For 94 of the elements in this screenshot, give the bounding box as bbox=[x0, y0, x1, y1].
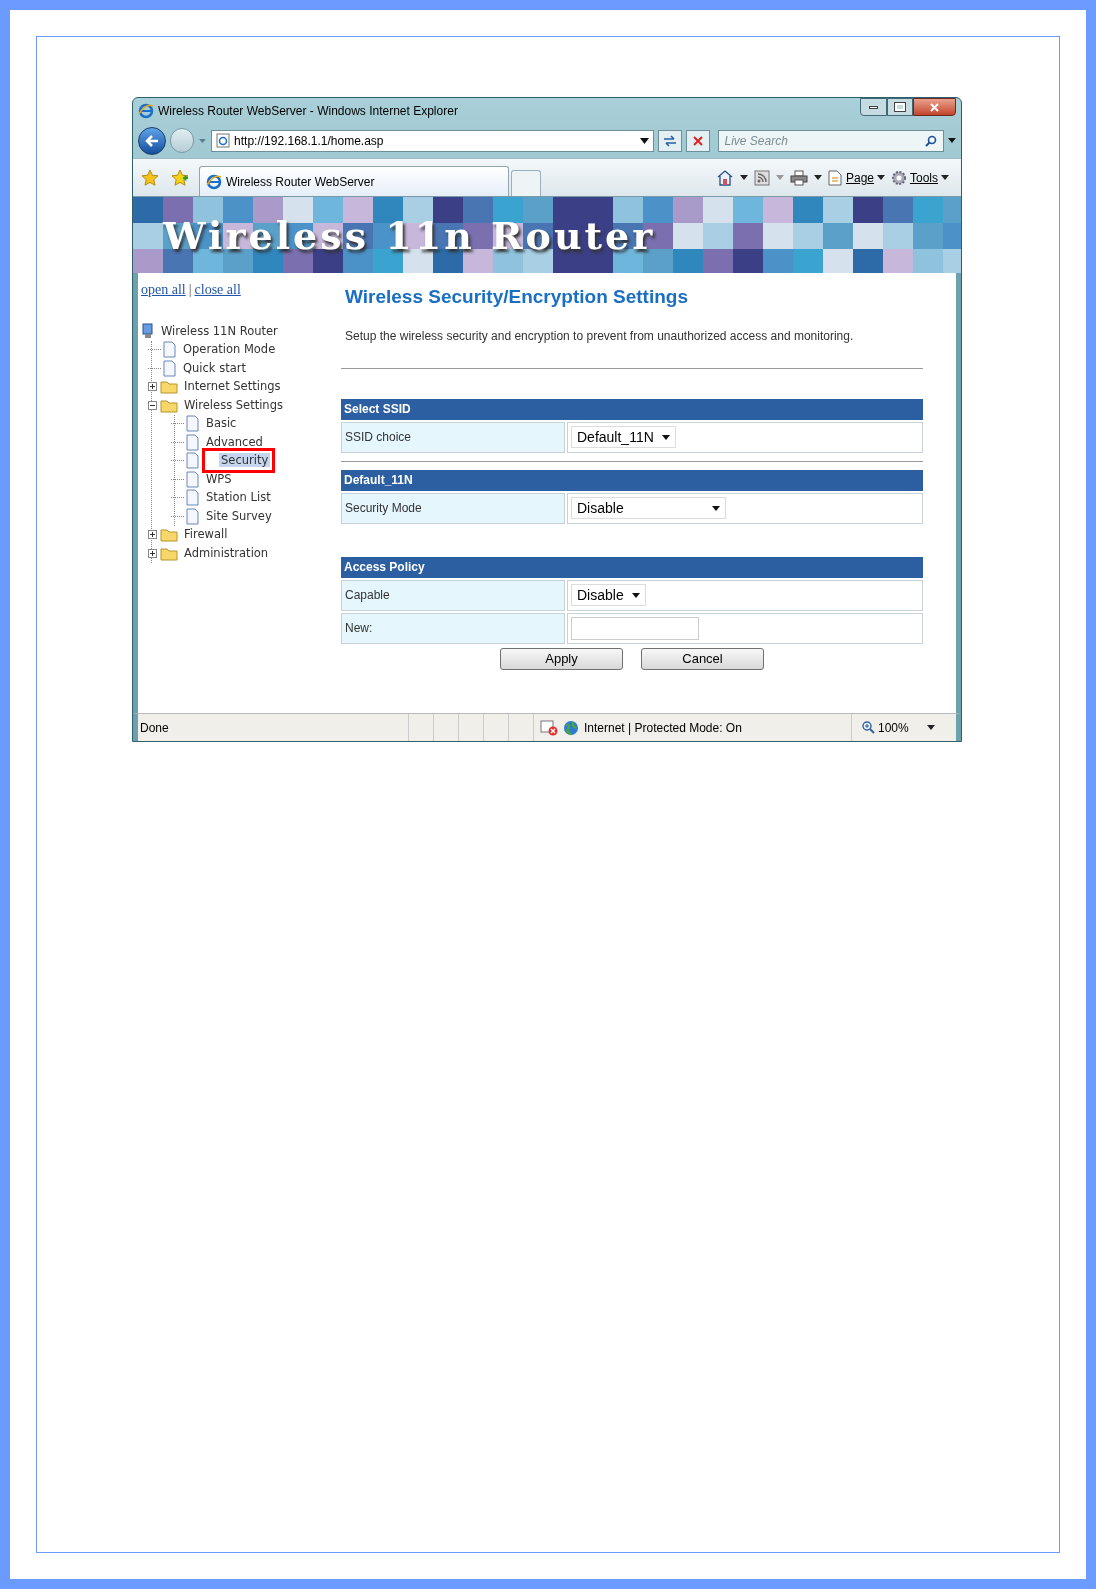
caret-icon bbox=[661, 434, 670, 440]
tree-item[interactable]: Basic bbox=[204, 415, 239, 433]
section-header: Access Policy bbox=[341, 556, 923, 578]
browser-icon bbox=[138, 102, 154, 119]
feed-icon[interactable] bbox=[753, 169, 770, 186]
security-zone-text: Internet | Protected Mode: On bbox=[584, 719, 742, 737]
form-button[interactable]: Cancel bbox=[641, 647, 764, 670]
folder-icon bbox=[160, 527, 178, 543]
window-title: Wireless Router WebServer - Windows Internet Explorer bbox=[158, 102, 458, 120]
plus-icon bbox=[150, 550, 155, 556]
zoom-icon[interactable] bbox=[862, 721, 875, 734]
blocked-page-icon bbox=[540, 719, 558, 736]
zoom-level[interactable]: 100% bbox=[878, 718, 909, 737]
page-icon bbox=[185, 489, 200, 507]
refresh-arrows-icon bbox=[663, 134, 678, 147]
folder-icon bbox=[160, 379, 178, 395]
status-text: Done bbox=[139, 719, 170, 737]
field-label: New: bbox=[341, 612, 565, 644]
tree-link[interactable]: open all bbox=[141, 279, 186, 300]
page-icon bbox=[185, 415, 200, 433]
tree-link[interactable]: close all bbox=[194, 279, 241, 300]
browser-icon bbox=[206, 173, 222, 190]
page-icon bbox=[185, 507, 200, 525]
toggle-button[interactable] bbox=[148, 400, 157, 410]
separator-text: | bbox=[188, 281, 192, 299]
command-menu-button[interactable]: Tools bbox=[891, 168, 949, 187]
page-icon bbox=[185, 452, 200, 470]
minimize-button[interactable] bbox=[860, 98, 887, 116]
page-icon bbox=[216, 133, 231, 148]
toggle-button[interactable] bbox=[148, 530, 157, 540]
form-button[interactable]: Apply bbox=[500, 647, 623, 670]
caret-icon bbox=[631, 592, 640, 598]
folder-icon bbox=[160, 545, 178, 561]
plus-icon bbox=[150, 384, 155, 390]
tree-item[interactable]: Station List bbox=[204, 489, 273, 507]
tree-item[interactable]: Firewall bbox=[182, 526, 230, 544]
tree-item[interactable]: Advanced bbox=[204, 433, 265, 451]
caret-icon[interactable] bbox=[926, 725, 935, 730]
toggle-button[interactable] bbox=[148, 548, 157, 558]
refresh-button[interactable] bbox=[658, 129, 682, 152]
caret-icon bbox=[877, 175, 885, 180]
toggle-button[interactable] bbox=[148, 382, 157, 392]
dropdown[interactable]: Disable bbox=[571, 497, 726, 519]
caret-icon[interactable] bbox=[640, 137, 650, 144]
home-icon[interactable] bbox=[715, 169, 734, 186]
caret-icon bbox=[712, 505, 720, 511]
page-icon bbox=[162, 359, 177, 377]
page-description: Setup the wireless security and encryption to prevent from unauthorized access and monitoring. bbox=[345, 327, 855, 345]
tree-item[interactable]: WPS bbox=[204, 470, 234, 488]
globe-icon bbox=[563, 719, 579, 736]
tree-item[interactable]: Wireless Settings bbox=[182, 396, 285, 414]
page-icon bbox=[185, 470, 200, 488]
dropdown[interactable]: Disable bbox=[571, 584, 646, 606]
back-arrow-icon bbox=[144, 134, 159, 147]
caret-icon bbox=[941, 175, 949, 180]
page-icon bbox=[162, 341, 177, 359]
tree-item[interactable]: Internet Settings bbox=[182, 378, 283, 396]
input-field[interactable] bbox=[571, 616, 699, 640]
browser-tab[interactable]: Wireless Router WebServer bbox=[199, 166, 509, 196]
plus-icon bbox=[150, 532, 155, 538]
close-button[interactable] bbox=[913, 98, 956, 116]
folder-icon bbox=[160, 397, 178, 413]
tree-item[interactable]: Administration bbox=[182, 544, 271, 562]
page-heading: Wireless Security/Encryption Settings bbox=[345, 285, 689, 309]
star-icon[interactable] bbox=[141, 168, 159, 187]
minus-icon bbox=[150, 404, 155, 406]
tree-item[interactable]: Operation Mode bbox=[181, 341, 278, 359]
caret-icon[interactable] bbox=[813, 175, 822, 180]
tree-item[interactable]: Quick start bbox=[181, 359, 248, 377]
search-icon[interactable] bbox=[925, 134, 938, 147]
close-icon bbox=[930, 102, 939, 112]
page-icon bbox=[185, 433, 200, 451]
router-icon bbox=[141, 323, 155, 340]
tree-item[interactable]: Security bbox=[219, 453, 271, 468]
caret-icon[interactable] bbox=[948, 138, 956, 143]
back-button[interactable] bbox=[138, 126, 166, 155]
field-label: Capable bbox=[341, 579, 565, 611]
command-menu-button[interactable]: Page bbox=[827, 168, 885, 187]
printer-icon[interactable] bbox=[789, 169, 808, 186]
stop-icon bbox=[692, 135, 703, 146]
address-field[interactable]: http://192.168.1.1/home.asp bbox=[211, 129, 655, 152]
add-star-icon[interactable] bbox=[171, 168, 189, 187]
tree-item[interactable]: Site Survey bbox=[204, 507, 274, 525]
gear-icon bbox=[891, 169, 907, 186]
tree-item[interactable]: Wireless 11N Router bbox=[159, 322, 280, 340]
stop-button[interactable] bbox=[685, 129, 710, 152]
caret-icon[interactable] bbox=[739, 175, 748, 180]
field-label: Security Mode bbox=[341, 492, 565, 524]
maximize-button[interactable] bbox=[887, 98, 913, 116]
dropdown[interactable]: Default_11N bbox=[571, 426, 676, 448]
section-header: Default_11N bbox=[341, 469, 923, 491]
section-header: Select SSID bbox=[341, 398, 923, 420]
page-icon bbox=[827, 169, 843, 186]
field-label: SSID choice bbox=[341, 421, 565, 453]
